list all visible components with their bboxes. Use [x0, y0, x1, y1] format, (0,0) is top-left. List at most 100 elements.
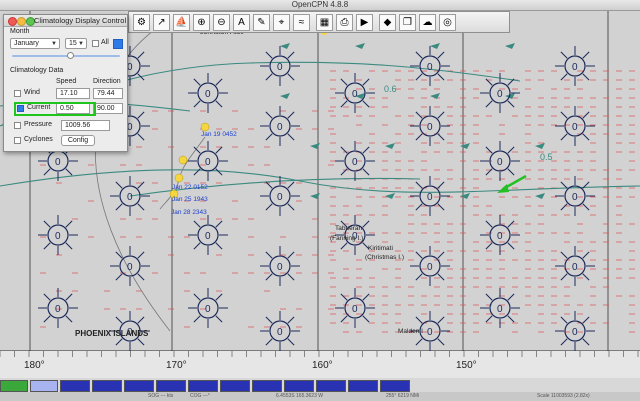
wind-label: Wind — [24, 89, 40, 96]
lifebuoy-icon[interactable]: ◎ — [439, 14, 456, 31]
wind-rose-value: 0 — [427, 327, 433, 338]
route-icon[interactable]: ↗ — [153, 14, 170, 31]
wind-rose-value: 0 — [205, 231, 211, 242]
pressure-value: 1009.56 — [61, 120, 110, 131]
tracks-icon[interactable]: ❐ — [399, 14, 416, 31]
nav-icon[interactable]: ◆ — [379, 14, 396, 31]
day-value: 15 — [69, 40, 77, 47]
wind-checkbox[interactable] — [14, 90, 21, 97]
quilt-chart-tile[interactable] — [30, 380, 58, 392]
wind-rose-value: 0 — [205, 89, 211, 100]
quilt-chart-tile[interactable] — [60, 380, 90, 392]
speed-header: Speed — [56, 78, 76, 85]
wind-rose-value: 0 — [55, 304, 61, 315]
wind-rose-value: 0 — [352, 157, 358, 168]
day-slider-thumb[interactable] — [67, 52, 74, 59]
waypoint-icon[interactable]: ⌖ — [273, 14, 290, 31]
cursor-position: 6.4553S 165.3623 W — [276, 392, 323, 401]
place-label: Malden I — [398, 328, 423, 335]
wind-rose-value: 0 — [127, 262, 133, 273]
quilt-chart-tile[interactable] — [156, 380, 186, 392]
layers-icon[interactable]: ▶ — [356, 14, 373, 31]
minimize-button[interactable] — [17, 17, 26, 26]
cyclone-date-label: Jan 19 0452 — [201, 131, 237, 138]
contour-label: 0.6 — [384, 84, 397, 94]
text-icon[interactable]: A — [233, 14, 250, 31]
direction-header: Direction — [93, 78, 121, 85]
wind-rose-value: 0 — [55, 157, 61, 168]
zoom-in-icon[interactable]: ⊕ — [193, 14, 210, 31]
ship-icon[interactable]: ⛵ — [173, 14, 190, 31]
wind-rose-value: 0 — [427, 62, 433, 73]
dialog-title: Climatology Display Control — [34, 15, 126, 26]
config-button[interactable]: Config — [61, 135, 95, 146]
close-button[interactable] — [8, 17, 17, 26]
wind-rose-value: 0 — [277, 327, 283, 338]
cyclone-date-label: Jan 28 2343 — [171, 209, 207, 216]
pressure-checkbox[interactable] — [14, 122, 21, 129]
month-value: January — [14, 40, 39, 47]
wind-rose-value: 0 — [277, 262, 283, 273]
wind-rose-value: 0 — [352, 89, 358, 100]
quilt-chart-tile[interactable] — [188, 380, 218, 392]
chevron-down-icon: ▼ — [78, 39, 84, 49]
wind-rose-value: 0 — [497, 157, 503, 168]
data-label: Climatology Data — [10, 67, 63, 74]
status-bar: SOG --- kts COG ---° 6.4553S 165.3623 W … — [0, 392, 640, 401]
quilt-chart-tile[interactable] — [252, 380, 282, 392]
pressure-label: Pressure — [24, 121, 52, 128]
window-title: OpenCPN 4.8.8 — [0, 0, 640, 10]
wind-rose-value: 0 — [127, 192, 133, 203]
cyclone-point-marker — [179, 156, 187, 164]
wind-rose-value: 0 — [352, 304, 358, 315]
quilt-chart-tile[interactable] — [380, 380, 410, 392]
current-direction: 90.00 — [93, 103, 123, 114]
quilt-chart-tile[interactable] — [348, 380, 378, 392]
place-label: Kiritimati — [368, 245, 393, 252]
place-label: (Christmas I.) — [365, 254, 404, 261]
zoom-out-icon[interactable]: ⊖ — [213, 14, 230, 31]
sog-readout: SOG --- kts — [148, 392, 173, 401]
window-titlebar: OpenCPN 4.8.8 — [0, 0, 640, 11]
cog-readout: COG ---° — [190, 392, 210, 401]
month-label: Month — [10, 28, 29, 35]
play-icon[interactable] — [113, 39, 123, 49]
mark-icon[interactable]: ✎ — [253, 14, 270, 31]
quilt-chart-tile[interactable] — [316, 380, 346, 392]
print-icon[interactable]: ⎙ — [336, 14, 353, 31]
longitude-label: 170° — [166, 360, 187, 371]
quilt-chart-tile[interactable] — [220, 380, 250, 392]
wind-rose-value: 0 — [427, 122, 433, 133]
weather-icon[interactable]: ☁ — [419, 14, 436, 31]
wind-rose-value: 0 — [427, 262, 433, 273]
longitude-label: 150° — [456, 360, 477, 371]
quilt-chart-tile[interactable] — [284, 380, 314, 392]
day-select[interactable]: 15 ▼ — [65, 38, 87, 49]
wind-rose-value: 0 — [572, 62, 578, 73]
grib-icon[interactable]: ▦ — [316, 14, 333, 31]
quilt-chart-tile[interactable] — [92, 380, 122, 392]
tide-icon[interactable]: ≈ — [293, 14, 310, 31]
wind-rose-value: 0 — [497, 304, 503, 315]
dialog-titlebar[interactable]: Climatology Display Control — [4, 15, 127, 27]
bearing-range: 255° 6219 NMi — [386, 392, 419, 401]
chevron-down-icon: ▼ — [51, 39, 57, 49]
cyclone-date-label: Jan 25 1943 — [172, 196, 208, 203]
quilt-chart-tile[interactable] — [124, 380, 154, 392]
wind-rose-value: 0 — [572, 262, 578, 273]
climatology-dialog: Climatology Display Control Month Januar… — [3, 14, 128, 152]
quilt-chart-tile[interactable] — [0, 380, 28, 392]
chart-quilt-bar — [0, 380, 410, 392]
day-slider-track[interactable] — [12, 55, 120, 57]
wind-rose-value: 0 — [572, 122, 578, 133]
wind-rose-value: 0 — [497, 231, 503, 242]
place-label: PHOENIX ISLANDS — [75, 329, 149, 338]
cyclones-checkbox[interactable] — [14, 137, 21, 144]
settings-icon[interactable]: ⚙ — [133, 14, 150, 31]
all-checkbox[interactable] — [92, 40, 99, 47]
wind-rose-value: 0 — [277, 122, 283, 133]
wind-rose-value: 0 — [572, 327, 578, 338]
all-label: All — [101, 39, 109, 46]
cyclones-label: Cyclones — [24, 136, 53, 143]
month-select[interactable]: January ▼ — [10, 38, 60, 49]
